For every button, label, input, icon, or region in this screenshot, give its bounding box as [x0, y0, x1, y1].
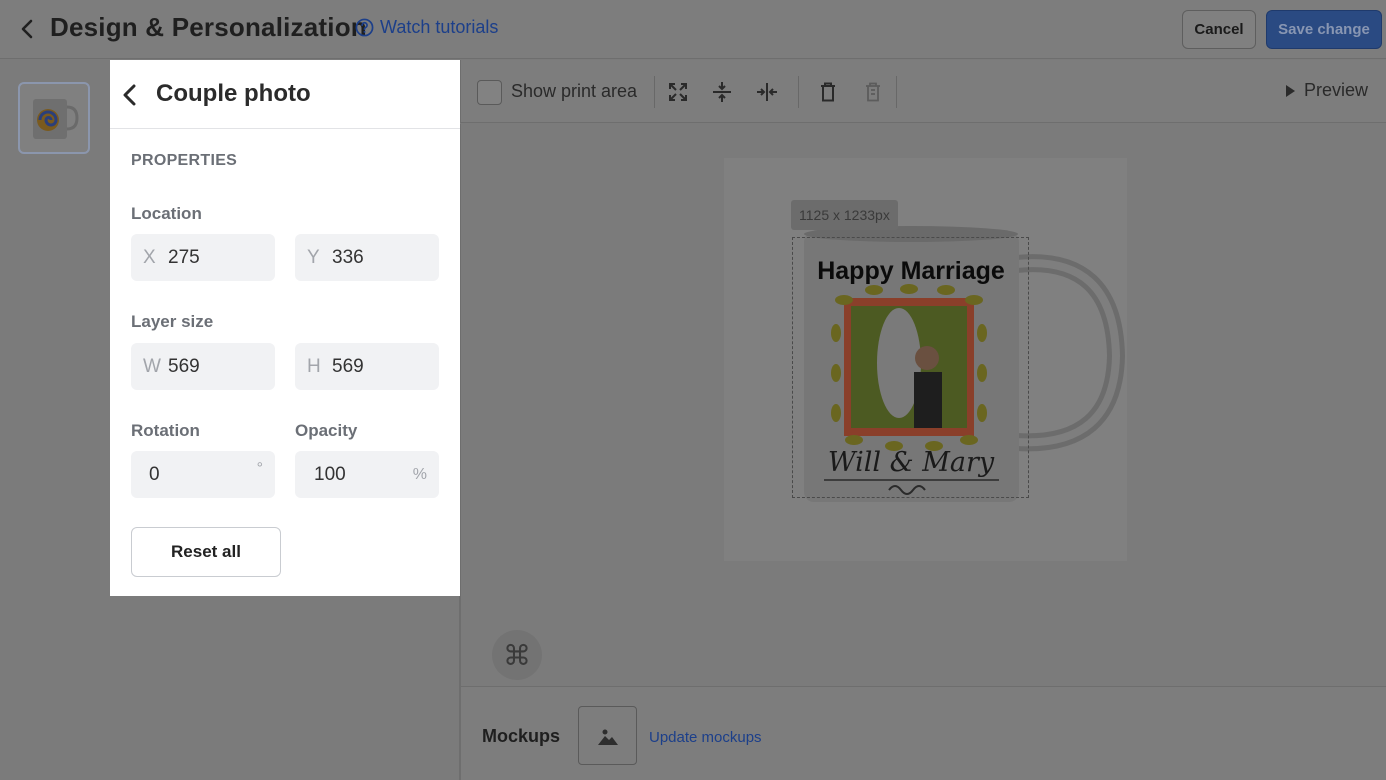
location-label: Location [131, 204, 202, 223]
w-prefix: W [143, 355, 161, 377]
panel-lower-area [110, 596, 460, 780]
expand-icon [669, 83, 687, 101]
layer-width-field[interactable]: W 569 [131, 343, 275, 390]
layer-height-field[interactable]: H 569 [295, 343, 439, 390]
image-icon [597, 729, 618, 745]
back-button[interactable] [14, 16, 40, 42]
layer-title: Couple photo [156, 80, 311, 107]
toolbar-divider [654, 76, 655, 108]
update-mockups-link[interactable]: Update mockups [649, 729, 762, 746]
top-bar: Design & Personalization Watch tutorials… [0, 0, 1386, 59]
delete-all-button[interactable] [860, 79, 886, 105]
opacity-field[interactable]: 100 % [295, 451, 439, 498]
layer-properties-panel: Couple photo PROPERTIES Location X 275 Y… [110, 60, 460, 596]
rotation-field[interactable]: 0 ° [131, 451, 275, 498]
chevron-left-icon [123, 84, 136, 106]
help-circle-icon [355, 18, 374, 37]
mockup-thumbnail[interactable] [578, 706, 637, 765]
cancel-button[interactable]: Cancel [1182, 10, 1256, 49]
y-prefix: Y [307, 246, 320, 268]
align-horizontal-center-icon [757, 83, 777, 101]
opacity-label: Opacity [295, 421, 358, 440]
watch-tutorials-link[interactable]: Watch tutorials [355, 17, 498, 38]
watch-tutorials-label: Watch tutorials [380, 17, 499, 37]
align-vertical-center-icon [713, 82, 731, 102]
mockups-bar: Mockups Update mockups [460, 686, 1386, 780]
chevron-left-icon [21, 19, 33, 39]
toolbar-divider [798, 76, 799, 108]
opacity-unit: % [412, 465, 427, 483]
location-y-value: 336 [332, 246, 364, 268]
align-vertical-center-button[interactable] [709, 79, 735, 105]
command-icon: ⌘ [503, 639, 531, 671]
product-thumbnail[interactable] [18, 82, 90, 154]
fit-to-area-button[interactable] [665, 79, 691, 105]
location-y-field[interactable]: Y 336 [295, 234, 439, 281]
rotation-value: 0 [149, 463, 160, 485]
rotation-unit: ° [256, 459, 263, 477]
mockups-label: Mockups [482, 726, 561, 746]
location-x-value: 275 [168, 246, 200, 268]
opacity-value: 100 [314, 463, 346, 485]
h-prefix: H [307, 355, 321, 377]
keyboard-shortcuts-button[interactable]: ⌘ [492, 630, 542, 680]
show-print-area-label[interactable]: Show print area [511, 81, 637, 102]
play-icon [1286, 84, 1295, 97]
save-change-button[interactable]: Save change [1266, 10, 1382, 49]
trash-icon [821, 82, 835, 102]
location-x-field[interactable]: X 275 [131, 234, 275, 281]
layers-strip [0, 60, 110, 780]
toolbar-divider [896, 76, 897, 108]
x-prefix: X [143, 246, 156, 268]
layer-size-tag: 1125 x 1233px [791, 200, 898, 230]
design-canvas: Happy Marriage Will & Mary 1125 x 1233px… [460, 124, 1386, 686]
properties-heading: PROPERTIES [131, 152, 238, 169]
page-title: Design & Personalization [50, 12, 367, 42]
trash-disabled-icon [866, 82, 880, 102]
layer-height-value: 569 [332, 355, 364, 377]
delete-layer-button[interactable] [815, 79, 841, 105]
preview-label: Preview [1304, 80, 1369, 100]
show-print-area-checkbox[interactable] [477, 80, 502, 105]
layer-size-label: Layer size [131, 312, 214, 331]
selection-box[interactable] [792, 237, 1029, 498]
align-horizontal-center-button[interactable] [754, 79, 780, 105]
panel-back-button[interactable] [114, 80, 144, 110]
rotation-label: Rotation [131, 421, 200, 440]
canvas-toolbar: Show print area Preview [460, 60, 1386, 123]
panel-header: Couple photo [110, 60, 460, 129]
preview-button[interactable]: Preview [1285, 80, 1368, 101]
mug-thumbnail-image [33, 99, 79, 139]
layer-width-value: 569 [168, 355, 200, 377]
reset-all-button[interactable]: Reset all [131, 527, 281, 577]
